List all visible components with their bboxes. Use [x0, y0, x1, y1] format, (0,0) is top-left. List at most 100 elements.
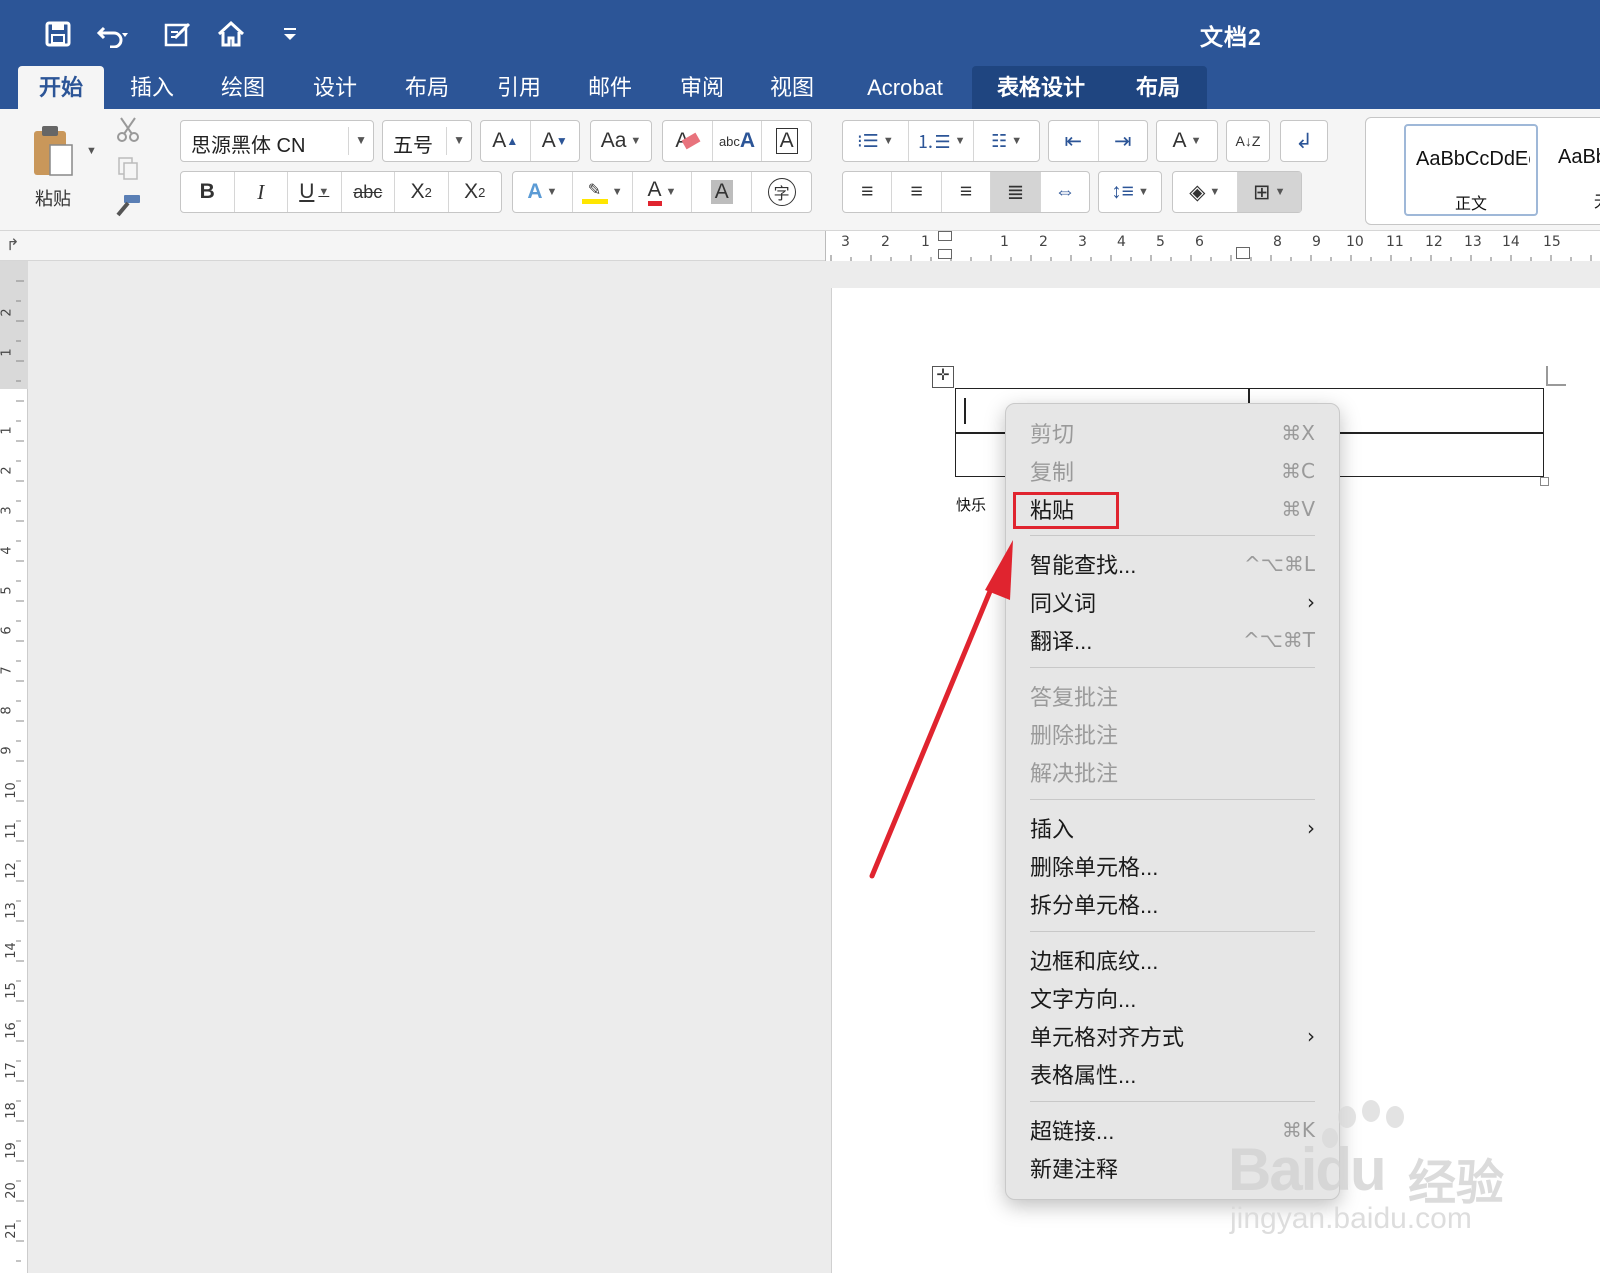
- strikethrough-icon[interactable]: abc: [342, 172, 395, 212]
- grow-font-icon[interactable]: A ▲: [481, 121, 531, 161]
- customize-toolbar-icon[interactable]: [272, 16, 308, 52]
- character-shading-icon[interactable]: A: [692, 172, 753, 212]
- horizontal-ruler[interactable]: ↱ 3 2 1 1 2 3 4 5 6 8 9 10 11 12 13 14 1…: [0, 231, 1600, 261]
- tab-mailings[interactable]: 邮件: [570, 66, 650, 109]
- tab-table-design[interactable]: 表格设计: [985, 66, 1097, 109]
- shading-borders-group: ◈ ▼ ⊞ ▼: [1172, 171, 1302, 213]
- tab-insert[interactable]: 插入: [112, 66, 192, 109]
- table-move-handle-icon[interactable]: ✛: [932, 366, 954, 388]
- ribbon: 粘贴 ▼ 思源黑体 CN ▼ 五号 ▼ A▲ A▼ Aa▼ A abcA A B…: [0, 109, 1600, 231]
- menu-item-cut[interactable]: 剪切 ⌘X: [1030, 416, 1315, 450]
- tab-design[interactable]: 设计: [295, 66, 375, 109]
- menu-item-borders-shading[interactable]: 边框和底纹...: [1030, 943, 1315, 977]
- home-icon[interactable]: [213, 16, 249, 52]
- font-color-icon[interactable]: A ▼: [633, 172, 693, 212]
- decrease-indent-icon[interactable]: ⇤: [1049, 121, 1099, 161]
- menu-item-copy[interactable]: 复制 ⌘C: [1030, 454, 1315, 488]
- menu-item-split-cells[interactable]: 拆分单元格...: [1030, 887, 1315, 921]
- font-name-select[interactable]: 思源黑体 CN ▼: [180, 120, 374, 162]
- menu-item-reply-comment[interactable]: 答复批注: [1030, 679, 1315, 713]
- document-title: 文档2: [1200, 24, 1262, 50]
- align-left-icon[interactable]: ≡: [843, 172, 893, 212]
- vertical-ruler[interactable]: 2 1 1 2 3 4 5 6 7 8 9 10 11 12 13 14 15 …: [0, 261, 28, 1273]
- table-resize-handle[interactable]: [1540, 477, 1549, 486]
- enclose-character-icon[interactable]: 字: [752, 172, 811, 212]
- superscript-icon[interactable]: X2: [449, 172, 502, 212]
- alignment-group: ≡ ≡ ≡ ≣ ⇔: [842, 171, 1090, 213]
- paste-button[interactable]: 粘贴: [18, 117, 88, 217]
- menu-item-label: 翻译...: [1030, 629, 1093, 654]
- text-effects-icon[interactable]: A ▼: [513, 172, 573, 212]
- watermark-url: jingyan.baidu.com: [1230, 1202, 1472, 1235]
- character-border-icon[interactable]: A: [762, 121, 811, 161]
- style-normal[interactable]: AaBbCcDdEe 正文: [1404, 124, 1538, 216]
- menu-item-label: 复制: [1030, 460, 1075, 485]
- menu-item-label: 解决批注: [1030, 761, 1119, 786]
- title-bar: 文档2: [0, 0, 1600, 66]
- menu-item-smart-lookup[interactable]: 智能查找... ^⌥⌘L: [1030, 547, 1315, 581]
- styles-gallery: AaBbCcDdEe 正文 AaBb 无: [1365, 117, 1600, 225]
- paragraph-shading-icon[interactable]: ◈ ▼: [1173, 172, 1238, 212]
- undo-icon[interactable]: [94, 16, 130, 52]
- tab-home[interactable]: 开始: [18, 66, 104, 109]
- tab-draw[interactable]: 绘图: [203, 66, 283, 109]
- clear-format-group: A abcA A: [662, 120, 812, 162]
- hanging-indent-marker[interactable]: [938, 249, 952, 259]
- paste-options-arrow[interactable]: ▼: [86, 145, 97, 157]
- menu-item-label: 删除批注: [1030, 723, 1119, 748]
- tab-table-layout[interactable]: 布局: [1122, 66, 1194, 109]
- edit-doc-icon[interactable]: [160, 16, 196, 52]
- borders-icon[interactable]: ⊞ ▼: [1237, 172, 1301, 212]
- paste-label: 粘贴: [35, 189, 71, 209]
- bold-icon[interactable]: B: [181, 172, 235, 212]
- underline-icon[interactable]: U ▼: [288, 172, 342, 212]
- clear-formatting-icon[interactable]: A: [663, 121, 713, 161]
- save-icon[interactable]: [40, 16, 76, 52]
- menu-item-cell-alignment[interactable]: 单元格对齐方式 ›: [1030, 1019, 1315, 1053]
- increase-indent-icon[interactable]: ⇥: [1099, 121, 1148, 161]
- sort-icon[interactable]: A↓Z: [1227, 121, 1269, 161]
- tab-references[interactable]: 引用: [479, 66, 559, 109]
- bullets-icon[interactable]: ⁝☰ ▼: [843, 121, 909, 161]
- first-line-indent-marker[interactable]: [938, 231, 952, 241]
- multilevel-list-icon[interactable]: ☷ ▼: [974, 121, 1039, 161]
- menu-item-label: 超链接...: [1030, 1119, 1115, 1144]
- align-right-icon[interactable]: ≡: [942, 172, 992, 212]
- menu-item-label: 删除单元格...: [1030, 855, 1159, 880]
- phonetic-guide-icon[interactable]: abc A: [713, 121, 763, 161]
- tab-layout[interactable]: 布局: [387, 66, 467, 109]
- tab-review[interactable]: 审阅: [662, 66, 742, 109]
- font-name-value: 思源黑体 CN: [191, 135, 306, 157]
- copy-icon[interactable]: [110, 151, 146, 185]
- subscript-icon[interactable]: X2: [395, 172, 449, 212]
- font-size-select[interactable]: 五号 ▼: [382, 120, 472, 162]
- right-indent-marker[interactable]: [1236, 247, 1250, 259]
- change-case-icon[interactable]: Aa ▼: [591, 121, 651, 161]
- style-no-spacing[interactable]: AaBb 无: [1552, 124, 1600, 216]
- document-text: 快乐: [956, 497, 987, 514]
- justify-icon[interactable]: ≣: [991, 172, 1041, 212]
- menu-item-table-properties[interactable]: 表格属性...: [1030, 1057, 1315, 1091]
- menu-item-translate[interactable]: 翻译... ^⌥⌘T: [1030, 623, 1315, 657]
- menu-item-delete-cells[interactable]: 删除单元格...: [1030, 849, 1315, 883]
- menu-item-delete-comment[interactable]: 删除批注: [1030, 717, 1315, 751]
- distributed-icon[interactable]: ⇔: [1041, 172, 1089, 212]
- align-center-icon[interactable]: ≡: [892, 172, 942, 212]
- numbering-icon[interactable]: ⒈☰ ▼: [909, 121, 975, 161]
- show-formatting-marks-icon[interactable]: ↲: [1281, 121, 1327, 161]
- menu-item-synonyms[interactable]: 同义词 ›: [1030, 585, 1315, 619]
- format-painter-icon[interactable]: [110, 189, 146, 223]
- tab-view[interactable]: 视图: [752, 66, 832, 109]
- menu-item-insert[interactable]: 插入 ›: [1030, 811, 1315, 845]
- shrink-font-icon[interactable]: A ▼: [531, 121, 580, 161]
- italic-icon[interactable]: I: [235, 172, 288, 212]
- cut-icon[interactable]: [110, 113, 146, 147]
- highlight-icon[interactable]: ✎ ▼: [573, 172, 633, 212]
- character-spacing-icon[interactable]: A ▼: [1157, 121, 1217, 161]
- tab-acrobat[interactable]: Acrobat: [855, 66, 955, 109]
- line-spacing-icon[interactable]: ↕≡ ▼: [1099, 172, 1161, 212]
- menu-item-text-direction[interactable]: 文字方向...: [1030, 981, 1315, 1015]
- tab-selector-icon[interactable]: ↱: [6, 235, 19, 255]
- page-corner-mark: [1546, 366, 1566, 386]
- menu-item-resolve-comment[interactable]: 解决批注: [1030, 755, 1315, 789]
